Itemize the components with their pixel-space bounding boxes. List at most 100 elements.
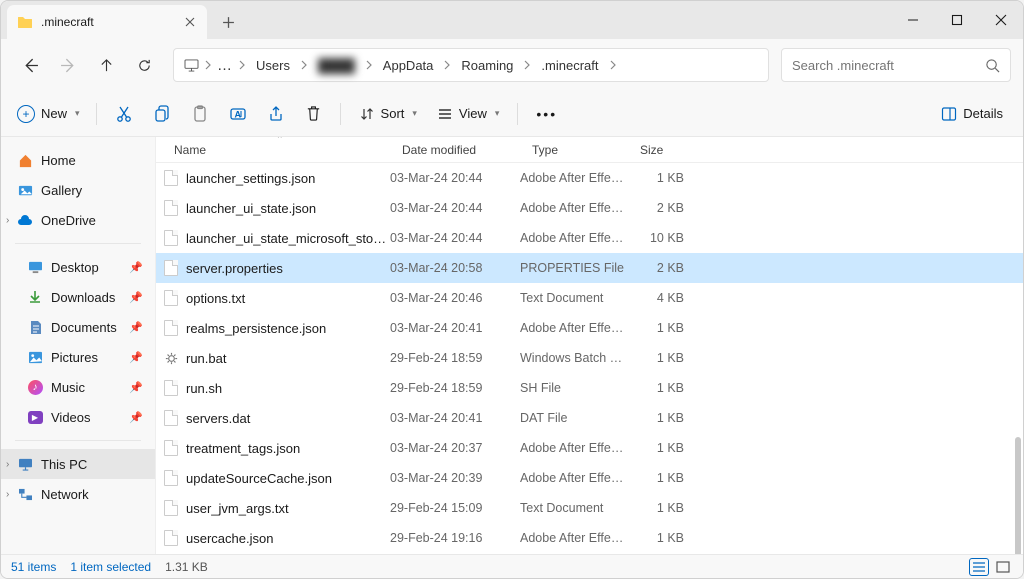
sidebar-item-music[interactable]: ♪Music📌 [1,372,155,402]
search-input[interactable] [792,58,985,73]
table-row[interactable]: launcher_settings.json03-Mar-24 20:44Ado… [156,163,1023,193]
file-type: Adobe After Effect... [520,321,628,335]
breadcrumb-segment[interactable]: .minecraft [535,54,604,77]
column-name[interactable]: Name [156,143,390,157]
sidebar: Home Gallery › OneDrive Desktop📌Download… [1,137,156,554]
breadcrumb-segment[interactable]: AppData [377,54,440,77]
file-icon [156,200,186,216]
sidebar-item-documents[interactable]: Documents📌 [1,312,155,342]
sort-button[interactable]: Sort ▾ [351,98,425,130]
new-button[interactable]: + New ▾ [13,98,86,130]
file-date: 03-Mar-24 20:39 [390,471,520,485]
column-type[interactable]: Type [520,143,628,157]
column-date[interactable]: Date modified [390,143,520,157]
minimize-button[interactable] [891,1,935,39]
table-row[interactable]: user_jvm_args.txt29-Feb-24 15:09Text Doc… [156,493,1023,523]
chevron-right-icon[interactable] [521,60,533,70]
refresh-button[interactable] [127,48,161,82]
chevron-right-icon[interactable] [236,60,248,70]
search-box[interactable] [781,48,1011,82]
chevron-right-icon[interactable]: › [6,215,9,226]
table-row[interactable]: launcher_ui_state.json03-Mar-24 20:44Ado… [156,193,1023,223]
chevron-right-icon[interactable]: › [6,459,9,470]
sidebar-item-home[interactable]: Home [1,145,155,175]
table-row[interactable]: run.bat29-Feb-24 18:59Windows Batch File… [156,343,1023,373]
breadcrumb-segment[interactable]: Users [250,54,296,77]
sidebar-item-gallery[interactable]: Gallery [1,175,155,205]
delete-button[interactable] [297,98,330,130]
column-size[interactable]: Size [628,143,692,157]
sidebar-item-pictures[interactable]: Pictures📌 [1,342,155,372]
pin-icon: 📌 [129,261,143,274]
table-row[interactable]: treatment_tags.json03-Mar-24 20:37Adobe … [156,433,1023,463]
breadcrumb-segment[interactable]: Roaming [455,54,519,77]
more-button[interactable]: ••• [528,98,565,130]
file-icon [156,440,186,456]
sidebar-item-network[interactable]: › Network [1,479,155,509]
table-row[interactable]: options.txt03-Mar-24 20:46Text Document4… [156,283,1023,313]
new-tab-button[interactable] [211,5,245,39]
table-row[interactable]: launcher_ui_state_microsoft_store.json03… [156,223,1023,253]
svg-text:A: A [234,109,241,119]
file-name: server.properties [186,261,390,276]
details-pane-button[interactable]: Details [933,98,1011,130]
thumbnails-view-icon[interactable] [993,558,1013,576]
close-tab-icon[interactable] [183,15,197,29]
sidebar-label: Videos [51,410,91,425]
pictures-icon [27,349,43,365]
back-button[interactable] [13,48,47,82]
status-bar: 51 items 1 item selected 1.31 KB [1,554,1023,578]
file-date: 29-Feb-24 18:59 [390,381,520,395]
table-row[interactable]: server.properties03-Mar-24 20:58PROPERTI… [156,253,1023,283]
chevron-right-icon[interactable]: › [6,489,9,500]
table-row[interactable]: realms_persistence.json03-Mar-24 20:41Ad… [156,313,1023,343]
cut-button[interactable] [107,98,141,130]
share-button[interactable] [259,98,293,130]
breadcrumb-segment[interactable]: ████ [312,54,361,77]
table-row[interactable]: updateSourceCache.json03-Mar-24 20:39Ado… [156,463,1023,493]
file-icon [156,530,186,546]
sidebar-item-thispc[interactable]: › This PC [1,449,155,479]
scrollbar[interactable] [1015,437,1021,554]
file-type: Text Document [520,501,628,515]
tab[interactable]: .minecraft [7,5,207,39]
file-size: 1 KB [628,471,692,485]
file-size: 1 KB [628,501,692,515]
view-button[interactable]: View ▾ [429,98,507,130]
downloads-icon [27,289,43,305]
chevron-right-icon[interactable] [441,60,453,70]
new-label: New [41,106,67,121]
copy-button[interactable] [145,98,179,130]
maximize-button[interactable] [935,1,979,39]
sidebar-item-downloads[interactable]: Downloads📌 [1,282,155,312]
table-row[interactable]: usercache.json29-Feb-24 19:16Adobe After… [156,523,1023,553]
file-type: Adobe After Effect... [520,531,628,545]
details-label: Details [963,106,1003,121]
details-view-icon[interactable] [969,558,989,576]
close-button[interactable] [979,1,1023,39]
file-name: servers.dat [186,411,390,426]
table-row[interactable]: run.sh29-Feb-24 18:59SH File1 KB [156,373,1023,403]
chevron-right-icon[interactable] [298,60,310,70]
file-date: 03-Mar-24 20:46 [390,291,520,305]
folder-icon [17,16,33,29]
file-size: 1 KB [628,171,692,185]
sidebar-item-desktop[interactable]: Desktop📌 [1,252,155,282]
chevron-right-icon[interactable] [202,60,214,70]
sidebar-item-videos[interactable]: ▶Videos📌 [1,402,155,432]
sidebar-item-onedrive[interactable]: › OneDrive [1,205,155,235]
forward-button[interactable] [51,48,85,82]
rename-button[interactable]: A [221,98,255,130]
pc-icon [182,56,200,74]
chevron-right-icon[interactable] [363,60,375,70]
sidebar-label: Pictures [51,350,98,365]
file-date: 03-Mar-24 20:41 [390,321,520,335]
address-bar[interactable]: … Users ████ AppData Roaming .minecraft [173,48,769,82]
file-type: Adobe After Effect... [520,471,628,485]
table-row[interactable]: servers.dat03-Mar-24 20:41DAT File1 KB [156,403,1023,433]
table-row[interactable]: usernamecache.json29-Feb-24 19:16Adobe A… [156,553,1023,554]
up-button[interactable] [89,48,123,82]
column-headers[interactable]: ⌃ Name Date modified Type Size [156,137,1023,163]
chevron-right-icon[interactable] [607,60,619,70]
ellipsis-icon[interactable]: … [216,56,234,74]
